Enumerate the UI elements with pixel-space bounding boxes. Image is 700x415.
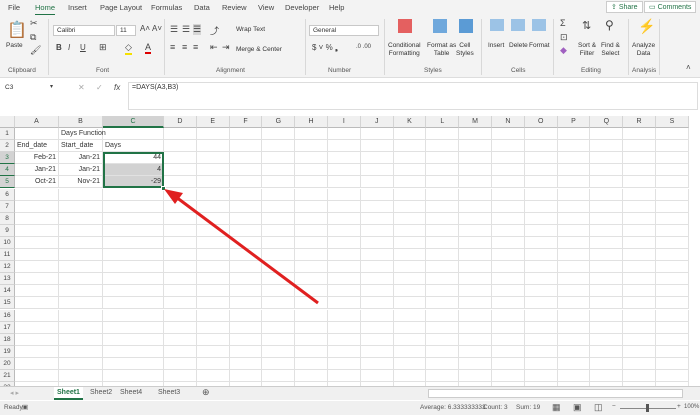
arrow-shaft [175, 195, 319, 305]
zoom-slider-handle[interactable] [646, 404, 649, 412]
sheet-tabs-bar: ◂ ▸ Sheet1 Sheet2 Sheet4 Sheet3 ⊕ [0, 386, 700, 400]
sheet-tab-sheet1[interactable]: Sheet1 [54, 387, 83, 400]
sheet-tab-sheet4[interactable]: Sheet4 [120, 389, 142, 396]
annotation-arrow [164, 189, 319, 305]
status-sum: Sum: 19 [516, 404, 541, 411]
macro-record-icon[interactable]: ▣ [22, 403, 28, 411]
status-ready: Ready [4, 404, 23, 411]
sheet-tab-sheet3[interactable]: Sheet3 [158, 389, 180, 396]
zoom-level: 100% [684, 404, 700, 410]
status-average: Average: 6.333333333 [420, 404, 486, 411]
sheet-tab-sheet2[interactable]: Sheet2 [90, 389, 112, 396]
add-sheet-icon[interactable]: ⊕ [202, 387, 210, 398]
prev-sheet-icon[interactable]: ◂ ▸ [10, 389, 19, 397]
page-break-view-icon[interactable]: ◫ [594, 402, 603, 413]
zoom-in-icon[interactable]: + [677, 403, 681, 410]
horizontal-scrollbar[interactable] [428, 389, 683, 398]
status-count: Count: 3 [483, 404, 508, 411]
status-bar: Ready ▣ Average: 6.333333333 Count: 3 Su… [0, 401, 700, 415]
page-layout-view-icon[interactable]: ▣ [573, 402, 582, 413]
normal-view-icon[interactable]: ▦ [552, 402, 561, 413]
zoom-out-icon[interactable]: − [612, 403, 616, 410]
